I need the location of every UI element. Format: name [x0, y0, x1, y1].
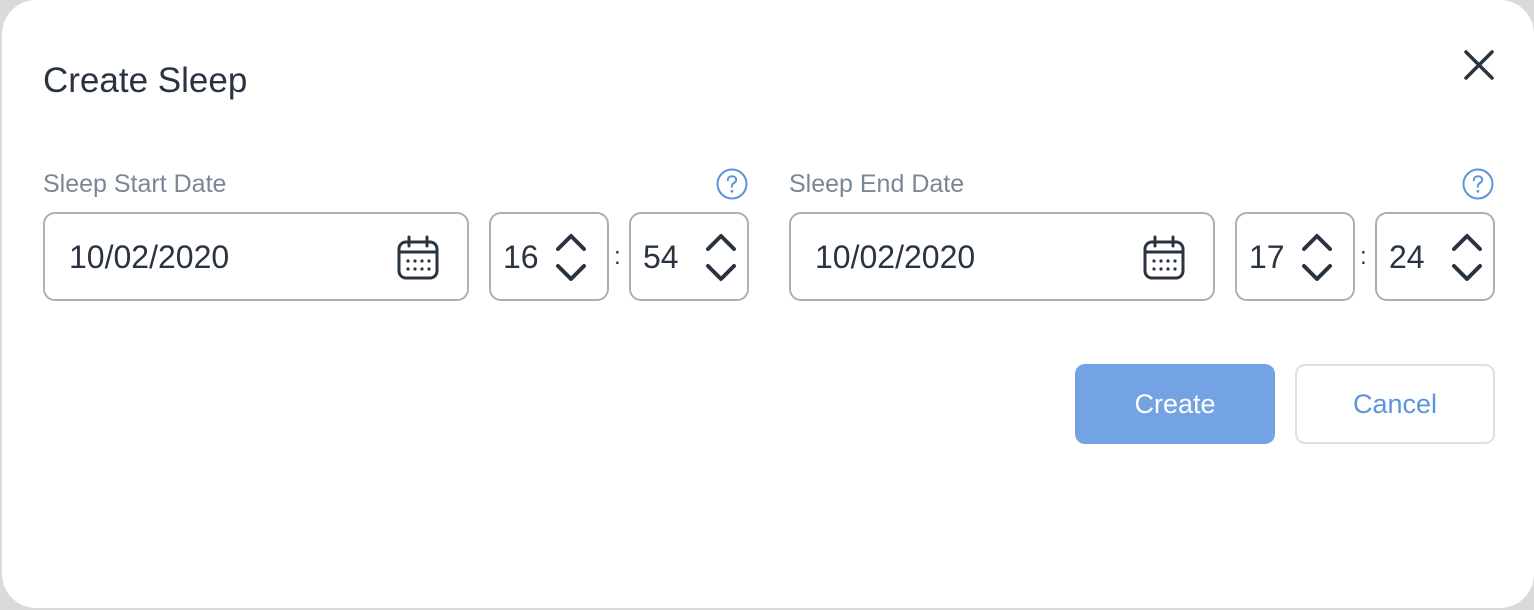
- start-time-separator: :: [614, 243, 621, 270]
- start-date-input[interactable]: 10/02/2020: [43, 212, 469, 301]
- start-help-icon[interactable]: [716, 168, 748, 200]
- end-date-label: Sleep End Date: [789, 170, 965, 198]
- end-time-separator: :: [1360, 243, 1367, 270]
- start-hour-stepper[interactable]: 16: [489, 212, 609, 301]
- start-hour-chevron-down-icon[interactable]: [553, 259, 589, 285]
- end-minute-chevron-down-icon[interactable]: [1449, 259, 1485, 285]
- start-calendar-icon[interactable]: [396, 235, 440, 281]
- end-minute-chevron-up-icon[interactable]: [1449, 230, 1485, 256]
- end-date-input[interactable]: 10/02/2020: [789, 212, 1215, 301]
- dialog-title: Create Sleep: [43, 61, 248, 100]
- close-icon[interactable]: [1457, 43, 1501, 87]
- start-minute-chevron-down-icon[interactable]: [703, 259, 739, 285]
- start-date-value: 10/02/2020: [69, 239, 230, 275]
- start-minute-chevron-up-icon[interactable]: [703, 230, 739, 256]
- create-button[interactable]: Create: [1075, 364, 1275, 444]
- end-minute-stepper[interactable]: 24: [1375, 212, 1495, 301]
- start-date-label: Sleep Start Date: [43, 170, 227, 198]
- start-minute-stepper[interactable]: 54: [629, 212, 749, 301]
- end-hour-chevron-up-icon[interactable]: [1299, 230, 1335, 256]
- end-date-value: 10/02/2020: [815, 239, 976, 275]
- end-help-icon[interactable]: [1462, 168, 1494, 200]
- start-hour-chevron-up-icon[interactable]: [553, 230, 589, 256]
- end-calendar-icon[interactable]: [1142, 235, 1186, 281]
- end-hour-stepper[interactable]: 17: [1235, 212, 1355, 301]
- end-minute-value: 24: [1389, 239, 1425, 275]
- create-sleep-dialog: Create Sleep Sleep Start Date 10/02/2020…: [2, 0, 1534, 608]
- end-hour-value: 17: [1249, 239, 1285, 275]
- end-hour-chevron-down-icon[interactable]: [1299, 259, 1335, 285]
- start-minute-value: 54: [643, 239, 679, 275]
- start-hour-value: 16: [503, 239, 539, 275]
- cancel-button[interactable]: Cancel: [1295, 364, 1495, 444]
